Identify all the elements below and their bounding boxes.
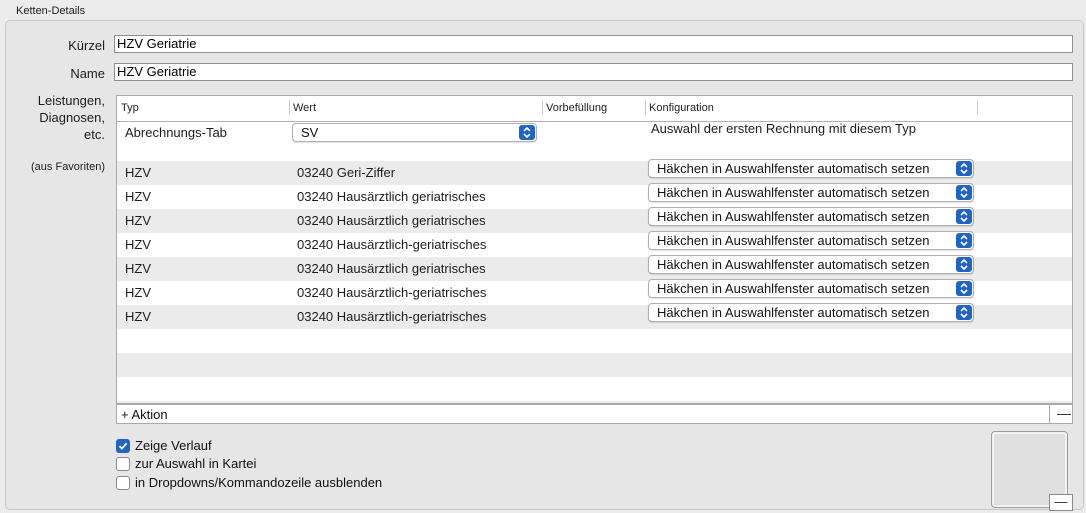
table-row[interactable]: HZV 03240 Hausärztlich geriatrisches Häkch… [117,207,1072,233]
cell-wert: 03240 Hausärztlich geriatrisches [297,189,486,204]
popup-stepper-icon [519,125,535,140]
kuerzel-field[interactable]: HZV Geriatrie [114,35,1073,53]
konfiguration-popup[interactable]: Häkchen in Auswahlfenster automatisch se… [648,303,974,322]
column-header-typ[interactable]: Typ [117,101,139,116]
konfiguration-popup-value: Häkchen in Auswahlfenster automatisch se… [657,209,930,224]
checkbox-in-dropdowns-ausblenden[interactable] [116,476,130,490]
diagnosen-label: Diagnosen, [39,110,105,125]
konfiguration-popup[interactable]: Häkchen in Auswahlfenster automatisch se… [648,159,974,178]
table-footer-bar: + Aktion — [116,404,1073,424]
table-row[interactable]: HZV 03240 Geri-Ziffer Häkchen in Auswahlfe… [117,159,1072,185]
group-title: Ketten-Details [16,5,86,17]
image-well-remove-button[interactable]: — [1049,494,1073,511]
column-header-wert[interactable]: Wert [289,101,316,116]
cell-typ: HZV [125,213,151,228]
table-row-empty [117,329,1072,353]
table-row[interactable]: HZV 03240 Hausärztlich-geriatrisches Häkch… [117,279,1072,305]
name-field[interactable]: HZV Geriatrie [114,63,1073,81]
table-row-abrechnungs-tab[interactable]: Abrechnungs-Tab SV Auswahl der ersten Re… [117,121,1072,161]
konfiguration-popup-value: Häkchen in Auswahlfenster automatisch se… [657,281,930,296]
table-row[interactable]: HZV 03240 Hausärztlich geriatrisches Häkch… [117,255,1072,281]
add-action-button[interactable]: + Aktion [121,406,168,423]
footer-separator [1049,405,1050,423]
cell-typ: HZV [125,261,151,276]
konfiguration-popup-value: Häkchen in Auswahlfenster automatisch se… [657,257,930,272]
cell-wert: 03240 Hausärztlich geriatrisches [297,261,486,276]
cell-konfiguration: Auswahl der ersten Rechnung mit diesem T… [651,121,916,136]
konfiguration-popup-value: Häkchen in Auswahlfenster automatisch se… [657,233,930,248]
konfiguration-popup[interactable]: Häkchen in Auswahlfenster automatisch se… [648,279,974,298]
checkbox-zeige-verlauf[interactable] [116,439,130,453]
popup-stepper-icon [956,209,972,224]
konfiguration-popup-value: Häkchen in Auswahlfenster automatisch se… [657,161,930,176]
kuerzel-label: Kürzel [68,38,105,53]
popup-stepper-icon [956,161,972,176]
table-row-empty [117,353,1072,377]
table-row[interactable]: HZV 03240 Hausärztlich-geriatrisches Häkch… [117,231,1072,257]
cell-typ: Abrechnungs-Tab [125,125,227,140]
checkbox-label-in-dropdowns-ausblenden[interactable]: in Dropdowns/Kommandozeile ausblenden [135,475,382,491]
name-label: Name [70,66,105,81]
popup-stepper-icon [956,281,972,296]
cell-typ: HZV [125,189,151,204]
wert-popup[interactable]: SV [292,123,537,142]
konfiguration-popup[interactable]: Häkchen in Auswahlfenster automatisch se… [648,207,974,226]
column-header-vorbefuellung[interactable]: Vorbefüllung [542,101,607,116]
table-row[interactable]: HZV 03240 Hausärztlich geriatrisches Häkch… [117,183,1072,209]
cell-typ: HZV [125,309,151,324]
konfiguration-popup[interactable]: Häkchen in Auswahlfenster automatisch se… [648,183,974,202]
cell-typ: HZV [125,237,151,252]
wert-popup-value: SV [301,125,319,140]
checkbox-zur-auswahl-in-kartei[interactable] [116,457,130,471]
cell-wert: 03240 Hausärztlich-geriatrisches [297,309,487,324]
popup-stepper-icon [956,185,972,200]
cell-wert: 03240 Geri-Ziffer [297,165,396,180]
cell-wert: 03240 Hausärztlich-geriatrisches [297,237,487,252]
konfiguration-popup-value: Häkchen in Auswahlfenster automatisch se… [657,185,930,200]
favoriten-label: (aus Favoriten) [31,161,105,173]
actions-table: Typ Wert Vorbefüllung Konfiguration Abre… [116,95,1073,404]
popup-stepper-icon [956,305,972,320]
cell-typ: HZV [125,285,151,300]
checkbox-label-zeige-verlauf[interactable]: Zeige Verlauf [135,438,212,454]
konfiguration-popup[interactable]: Häkchen in Auswahlfenster automatisch se… [648,231,974,250]
checkbox-label-zur-auswahl-in-kartei[interactable]: zur Auswahl in Kartei [135,456,256,472]
column-separator [977,100,978,115]
column-header-konfiguration[interactable]: Konfiguration [645,101,714,116]
cell-wert: 03240 Hausärztlich geriatrisches [297,213,486,228]
remove-action-button[interactable]: — [1057,405,1071,422]
popup-stepper-icon [956,257,972,272]
etc-label: etc. [84,127,105,142]
konfiguration-popup[interactable]: Häkchen in Auswahlfenster automatisch se… [648,255,974,274]
table-row[interactable]: HZV 03240 Hausärztlich-geriatrisches Häkch… [117,303,1072,329]
leistungen-label: Leistungen, [37,93,105,108]
cell-typ: HZV [125,165,151,180]
table-header: Typ Wert Vorbefüllung Konfiguration [117,96,1072,122]
popup-stepper-icon [956,233,972,248]
konfiguration-popup-value: Häkchen in Auswahlfenster automatisch se… [657,305,930,320]
cell-wert: 03240 Hausärztlich-geriatrisches [297,285,487,300]
table-row-empty [117,377,1072,401]
checkmark-icon [118,442,128,450]
